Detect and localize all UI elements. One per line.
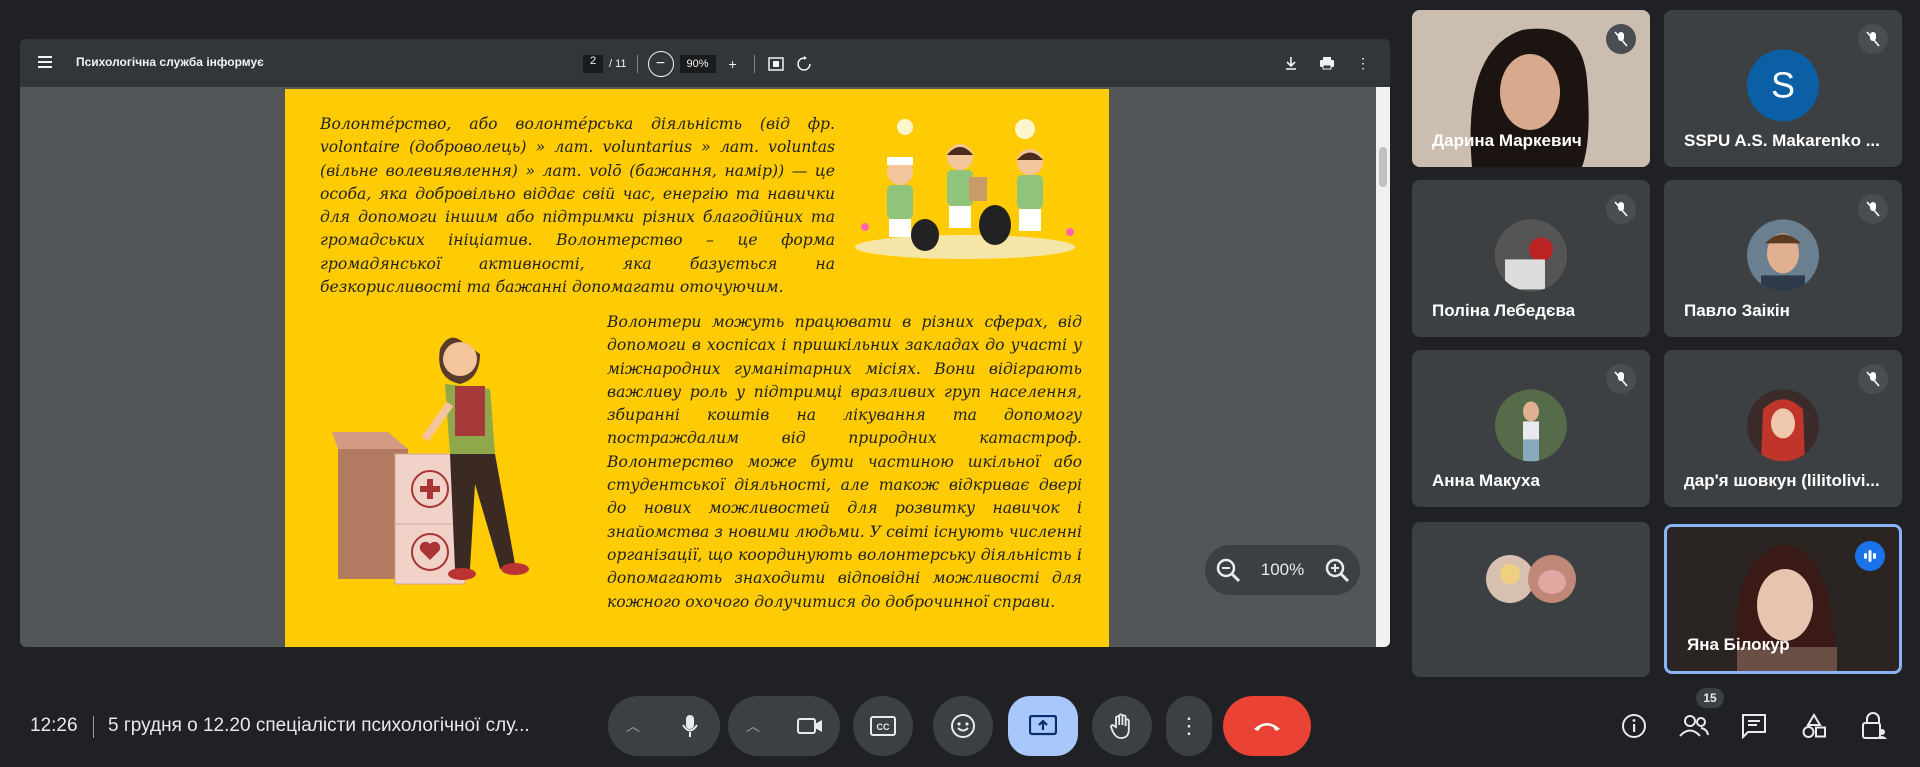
- mic-off-icon: [1606, 364, 1636, 394]
- divider: [93, 716, 94, 738]
- participant-tile[interactable]: Поліна Лебедєва: [1412, 180, 1650, 337]
- pdf-page: Волонтéрство, або волонтéрська діяльніст…: [285, 89, 1109, 647]
- paragraph-1: Волонтéрство, або волонтéрська діяльніст…: [320, 115, 835, 297]
- avatar: S: [1747, 48, 1819, 121]
- audio-control-group: ︿: [608, 696, 720, 756]
- page-number-input[interactable]: 2: [583, 55, 603, 73]
- pdf-title: Психологічна служба інформує: [76, 55, 264, 69]
- pdf-scrollbar[interactable]: [1376, 87, 1390, 647]
- pager: 2 / 11 − 90% +: [583, 51, 815, 77]
- mic-button[interactable]: [660, 696, 720, 756]
- avatar: [1495, 388, 1567, 461]
- avatar: [1747, 218, 1819, 291]
- host-controls-button[interactable]: [1858, 710, 1890, 742]
- zoom-in-icon[interactable]: [1324, 557, 1350, 583]
- present-button[interactable]: [1008, 696, 1078, 756]
- participant-name: Дарина Маркевич: [1432, 131, 1582, 150]
- chevron-up-icon[interactable]: ︿: [746, 716, 760, 736]
- participant-tile[interactable]: Дарина Маркевич: [1412, 10, 1650, 167]
- viewer-zoom-value: 100%: [1260, 560, 1305, 579]
- captions-button[interactable]: CC: [853, 696, 913, 756]
- divider: [636, 55, 638, 73]
- camera-button[interactable]: [780, 696, 840, 756]
- mic-off-icon: [1858, 24, 1888, 54]
- end-call-button[interactable]: [1223, 696, 1311, 756]
- participant-name: Яна Білокур: [1687, 635, 1790, 654]
- chat-icon: [1742, 714, 1766, 739]
- people-icon: [1679, 715, 1709, 737]
- divider: [753, 55, 755, 73]
- menu-icon[interactable]: [38, 53, 58, 73]
- page-total: / 11: [609, 58, 627, 70]
- zoom-input[interactable]: 90%: [679, 55, 716, 73]
- emoji-icon: [951, 714, 975, 738]
- woman-box-illustration: [332, 337, 529, 585]
- volunteers-illustration: [855, 119, 1075, 259]
- present-screen-icon: [1029, 715, 1057, 736]
- viewer-zoom-control: 100%: [1205, 545, 1360, 595]
- avatar: [1747, 388, 1819, 461]
- mic-icon: [682, 715, 698, 737]
- chat-button[interactable]: [1738, 710, 1770, 742]
- participant-tile[interactable]: дар'я шовкун (lilitolivi...: [1664, 350, 1902, 507]
- zoom-in-icon[interactable]: +: [722, 53, 744, 75]
- more-vert-icon[interactable]: ⋮: [1352, 52, 1374, 74]
- participant-tile[interactable]: S SSPU A.S. Makarenko ...: [1664, 10, 1902, 167]
- print-icon[interactable]: [1316, 52, 1338, 74]
- captions-icon: CC: [870, 716, 896, 736]
- chevron-up-icon[interactable]: ︿: [626, 716, 640, 736]
- hang-up-icon: [1254, 723, 1280, 731]
- participant-name: Анна Макуха: [1432, 471, 1540, 490]
- activities-button[interactable]: [1798, 710, 1830, 742]
- avatar: [1495, 218, 1567, 291]
- meeting-title: 5 грудня о 12.20 спеціалісти психологічн…: [108, 715, 530, 736]
- raise-hand-button[interactable]: [1092, 696, 1152, 756]
- info-icon: [1622, 714, 1646, 738]
- participant-tile-group[interactable]: [1412, 522, 1650, 677]
- download-icon[interactable]: [1280, 52, 1302, 74]
- lock-person-icon: [1862, 712, 1887, 739]
- group-avatars: [1486, 555, 1576, 603]
- participant-tile-speaking[interactable]: Яна Білокур: [1664, 524, 1902, 674]
- participant-name: дар'я шовкун (lilitolivi...: [1684, 471, 1880, 490]
- reactions-button[interactable]: [933, 696, 993, 756]
- participant-name: SSPU A.S. Makarenko ...: [1684, 131, 1880, 150]
- info-button[interactable]: [1618, 710, 1650, 742]
- mic-off-icon: [1606, 24, 1636, 54]
- scrollbar-thumb[interactable]: [1379, 147, 1387, 187]
- participant-name: Павло Заікін: [1684, 301, 1790, 320]
- people-count-badge: 15: [1696, 688, 1724, 708]
- zoom-out-icon[interactable]: [1215, 557, 1241, 583]
- rotate-icon[interactable]: [793, 53, 815, 75]
- camera-icon: [797, 718, 822, 734]
- zoom-out-icon[interactable]: −: [647, 51, 674, 77]
- svg-text:CC: CC: [877, 722, 890, 732]
- people-button[interactable]: 15: [1678, 688, 1724, 742]
- mic-off-icon: [1858, 364, 1888, 394]
- pdf-viewer: Психологічна служба інформує 2 / 11 − 90…: [20, 39, 1390, 647]
- hand-icon: [1110, 713, 1130, 739]
- clock: 12:26: [30, 715, 78, 736]
- more-options-button[interactable]: ⋮: [1166, 696, 1212, 756]
- participant-tile[interactable]: Павло Заікін: [1664, 180, 1902, 337]
- mic-off-icon: [1858, 194, 1888, 224]
- mic-off-icon: [1606, 194, 1636, 224]
- pdf-toolbar: Психологічна служба інформує 2 / 11 − 90…: [20, 39, 1390, 87]
- more-vert-icon: ⋮: [1178, 713, 1200, 738]
- activities-icon: [1802, 713, 1826, 738]
- participant-tile[interactable]: Анна Макуха: [1412, 350, 1650, 507]
- video-control-group: ︿: [728, 696, 840, 756]
- speaking-icon: [1855, 541, 1885, 571]
- meeting-controls-bar: 12:26 5 грудня о 12.20 спеціалісти психо…: [0, 680, 1920, 767]
- paragraph-2: Волонтери можуть працювати в різних сфер…: [607, 313, 1082, 611]
- participant-name: Поліна Лебедєва: [1432, 301, 1576, 320]
- fit-page-icon[interactable]: [765, 53, 787, 75]
